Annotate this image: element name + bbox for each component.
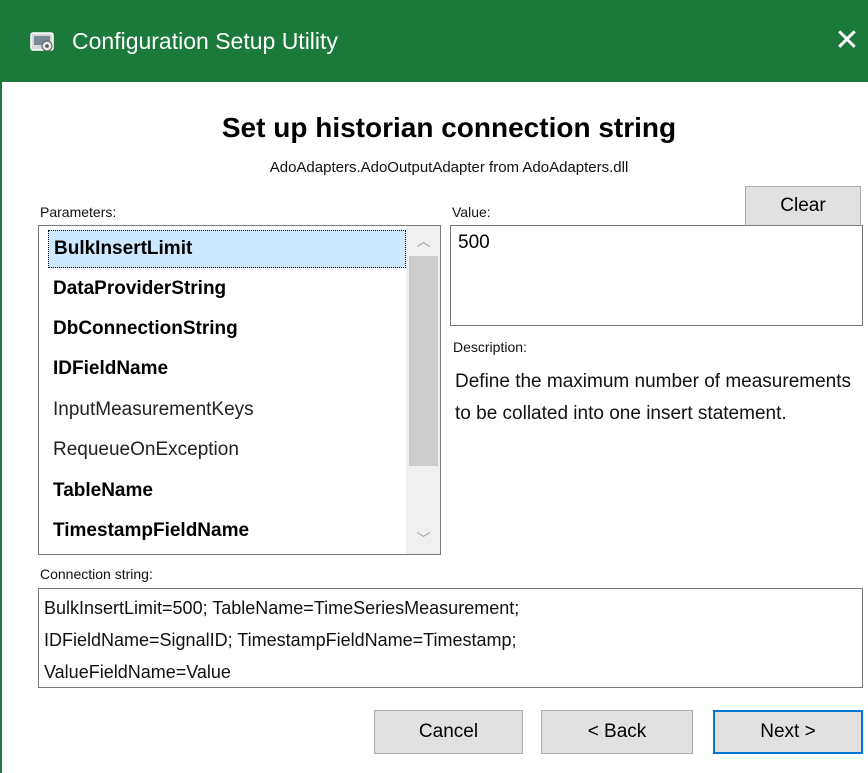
connection-string-field[interactable]: BulkInsertLimit=500; TableName=TimeSerie… xyxy=(38,588,863,688)
connection-string-line: IDFieldName=SignalID; TimestampFieldName… xyxy=(44,630,517,650)
list-item-bulkinsertlimit[interactable]: BulkInsertLimit xyxy=(48,230,406,268)
parameters-label: Parameters: xyxy=(40,204,117,220)
next-button[interactable]: Next > xyxy=(713,710,863,754)
adapter-subtitle: AdoAdapters.AdoOutputAdapter from AdoAda… xyxy=(269,159,629,176)
description-text: Define the maximum number of measurement… xyxy=(455,371,851,424)
connection-string-line: BulkInsertLimit=500; TableName=TimeSerie… xyxy=(44,598,520,618)
list-item-dataproviderstring[interactable]: DataProviderString xyxy=(48,271,406,309)
list-item-idfieldname[interactable]: IDFieldName xyxy=(48,351,406,389)
cancel-button[interactable]: Cancel xyxy=(374,710,523,754)
title-bar: Configuration Setup Utility ✕ xyxy=(0,0,868,82)
scroll-up-icon[interactable]: ︿ xyxy=(406,226,440,256)
list-item-dbconnectionstring[interactable]: DbConnectionString xyxy=(48,311,406,349)
app-config-icon xyxy=(30,32,54,52)
back-button[interactable]: < Back xyxy=(541,710,693,754)
parameters-list[interactable]: BulkInsertLimit DataProviderString DbCon… xyxy=(38,225,441,555)
page-title: Set up historian connection string xyxy=(221,112,677,143)
connection-string-line: ValueFieldName=Value xyxy=(44,662,231,682)
list-item-inputmeasurementkeys[interactable]: InputMeasurementKeys xyxy=(48,392,406,430)
value-label: Value: xyxy=(452,204,491,220)
description-label: Description: xyxy=(453,339,527,355)
list-item-timestampfieldname[interactable]: TimestampFieldName xyxy=(48,513,406,551)
list-item-tablename[interactable]: TableName xyxy=(48,473,406,511)
list-item-requeueonexception[interactable]: RequeueOnException xyxy=(48,432,406,470)
list-scrollbar[interactable]: ︿ ﹀ xyxy=(406,226,440,554)
scroll-down-icon[interactable]: ﹀ xyxy=(406,524,440,554)
clear-button[interactable]: Clear xyxy=(745,186,861,226)
window-border xyxy=(0,82,2,773)
scroll-thumb[interactable] xyxy=(409,256,438,466)
connection-string-label: Connection string: xyxy=(40,566,153,582)
close-icon[interactable]: ✕ xyxy=(826,20,868,62)
window-title: Configuration Setup Utility xyxy=(72,28,338,54)
value-input[interactable]: 500 xyxy=(450,225,863,326)
